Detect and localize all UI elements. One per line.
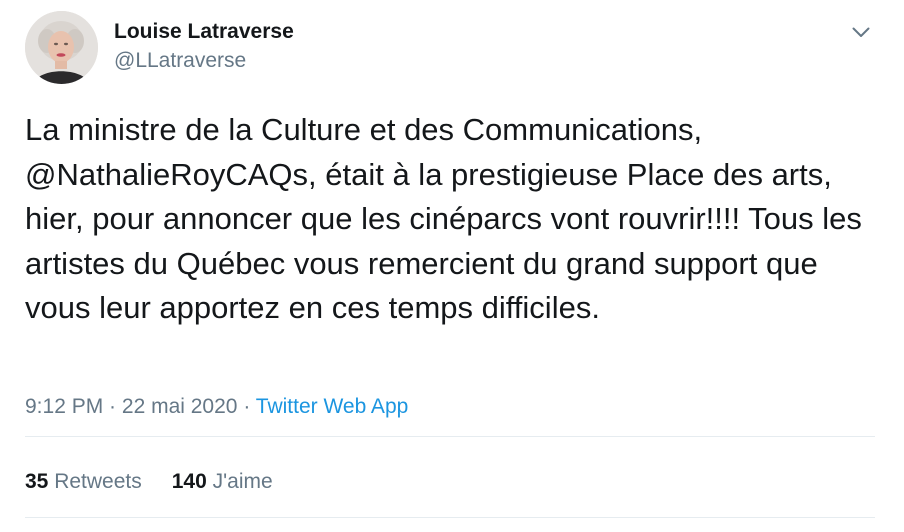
divider — [25, 517, 875, 518]
tweet-text-before: La ministre de la Culture et des Communi… — [25, 112, 711, 147]
likes-count: 140 — [171, 470, 207, 493]
tweet-date[interactable]: 22 mai 2020 — [122, 395, 238, 418]
likes-stat[interactable]: 140 J'aime — [172, 469, 273, 495]
author-display-name[interactable]: Louise Latraverse — [114, 19, 294, 45]
chevron-down-icon — [852, 27, 870, 37]
tweet-text: La ministre de la Culture et des Communi… — [25, 108, 885, 331]
avatar-portrait-icon — [25, 11, 98, 84]
avatar[interactable] — [25, 11, 98, 84]
retweets-count: 35 — [25, 470, 49, 493]
tweet-card: Louise Latraverse @LLatraverse La minist… — [0, 0, 904, 532]
tweet-source-link[interactable]: Twitter Web App — [256, 395, 409, 418]
tweet-stats: 35 Retweets 140 J'aime — [25, 469, 273, 495]
meta-separator: · — [103, 395, 122, 418]
likes-label: J'aime — [212, 470, 273, 493]
tweet-time[interactable]: 9:12 PM — [25, 395, 103, 418]
divider — [25, 436, 875, 437]
more-options-button[interactable] — [848, 20, 874, 44]
retweets-label: Retweets — [54, 470, 142, 493]
author-handle[interactable]: @LLatraverse — [114, 48, 246, 74]
mention-link[interactable]: @NathalieRoyCAQs — [25, 157, 308, 192]
tweet-meta: 9:12 PM · 22 mai 2020 · Twitter Web App — [25, 394, 408, 420]
meta-separator: · — [237, 395, 256, 418]
retweets-stat[interactable]: 35 Retweets — [25, 469, 142, 495]
